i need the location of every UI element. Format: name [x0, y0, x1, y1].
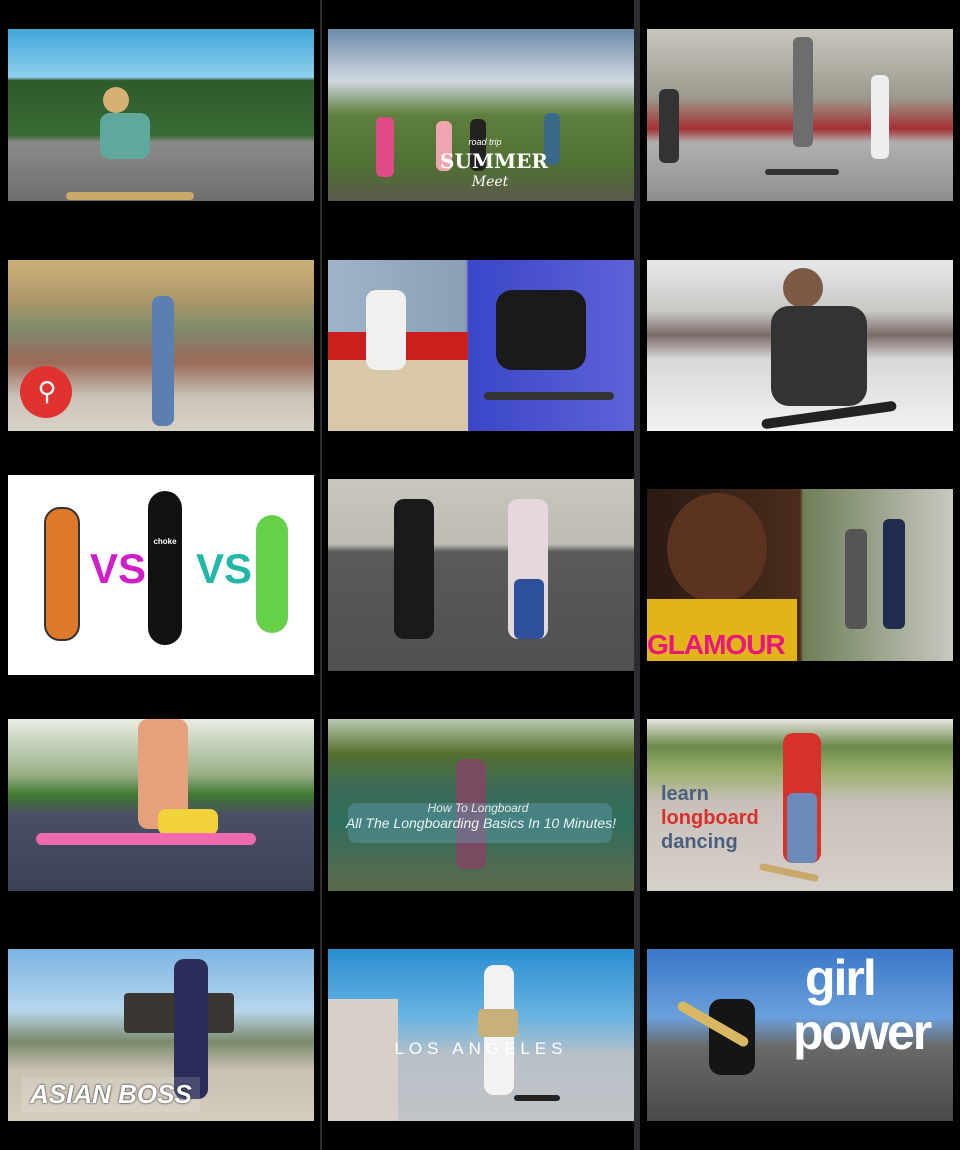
video-thumbnail-11[interactable]: How To Longboard All The Longboarding Ba… [328, 719, 634, 891]
video-thumbnail-4[interactable]: ⚲ [8, 260, 314, 431]
vs-label: VS [196, 545, 253, 592]
title-overlay-line: road trip [468, 137, 502, 147]
skateboard [256, 515, 288, 633]
title-overlay-line: learn [661, 783, 709, 805]
thumbnail-image [328, 479, 634, 671]
video-thumbnail-7[interactable]: VS choke VS [8, 475, 314, 675]
title-overlay-line: Meet [471, 174, 509, 190]
skateboard [148, 491, 182, 645]
skateboard [44, 507, 80, 641]
location-label: LOS ANGELES [394, 1039, 568, 1058]
video-thumbnail-12[interactable]: learn longboard dancing [647, 719, 953, 891]
skater-figure [152, 296, 174, 426]
skater-figure [496, 290, 586, 370]
video-thumbnail-14[interactable]: LOS ANGELES [328, 949, 634, 1121]
video-thumbnail-3[interactable] [647, 29, 953, 201]
thumbnail-image [8, 29, 314, 201]
title-overlay-line: SUMMER [440, 149, 549, 173]
skateboard [36, 833, 256, 845]
brand-label: choke [153, 537, 177, 546]
video-thumbnail-15[interactable]: girl power [647, 949, 953, 1121]
glamour-logo: GLAMOUR [647, 629, 786, 660]
title-overlay-line: How To Longboard [427, 801, 529, 815]
skater-figure [103, 87, 129, 113]
title-overlay-line: power [793, 1004, 932, 1060]
video-thumbnail-10[interactable] [8, 719, 314, 891]
title-overlay-line: All The Longboarding Basics In 10 Minute… [345, 815, 617, 831]
skater-figure [394, 499, 434, 639]
rocket-icon: ⚲ [37, 376, 57, 406]
skater-figure [366, 290, 406, 370]
skater-figure [771, 306, 867, 406]
title-overlay-line: longboard [661, 807, 759, 829]
video-thumbnail-5[interactable] [328, 260, 634, 431]
vs-label: VS [90, 545, 147, 592]
video-thumbnail-13[interactable]: ASIAN BOSS [8, 949, 314, 1121]
video-thumbnail-6[interactable] [647, 260, 953, 431]
channel-logo: ASIAN BOSS [22, 1077, 200, 1112]
title-overlay-line: girl [805, 950, 877, 1006]
video-thumbnail-2[interactable]: road trip SUMMER Meet [328, 29, 634, 201]
video-thumbnail-8[interactable] [328, 479, 634, 671]
title-overlay-line: dancing [661, 831, 738, 853]
video-thumbnail-9[interactable]: GLAMOUR [647, 489, 953, 661]
video-thumbnail-1[interactable] [8, 29, 314, 201]
skateboard [66, 192, 194, 200]
